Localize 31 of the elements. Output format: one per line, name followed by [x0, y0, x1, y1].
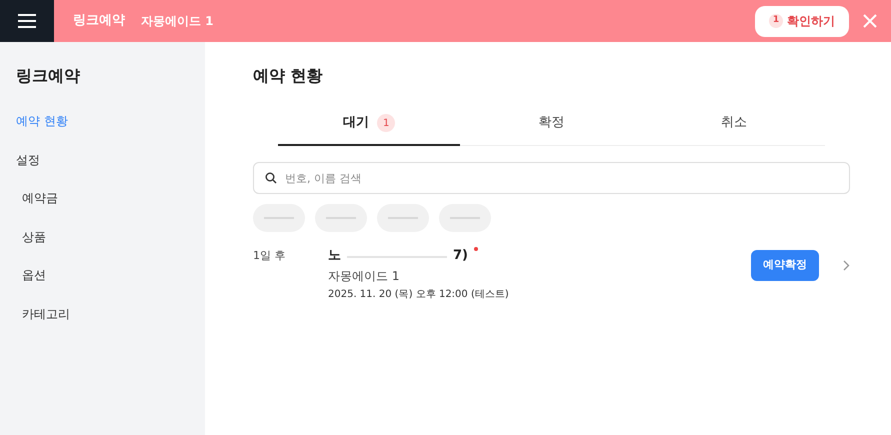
shop-name: 자몽에이드 1: [141, 13, 214, 30]
count-badge: 1: [377, 114, 396, 132]
page-title: 예약 현황: [253, 65, 324, 87]
count-badge: 1: [769, 14, 783, 28]
filter-chip[interactable]: [377, 204, 429, 232]
sidebar-title: 링크예약: [15, 65, 81, 87]
relative-time: 1일 후: [253, 248, 286, 264]
search-icon: [265, 172, 277, 184]
confirm-reservation-button[interactable]: 예약확정: [751, 250, 819, 281]
customer-name: 노: [328, 247, 341, 265]
app-title: 링크예약: [73, 12, 125, 30]
sidebar-item[interactable]: 카테고리: [0, 294, 205, 333]
filter-chip[interactable]: [439, 204, 491, 232]
tab[interactable]: 취소: [642, 102, 825, 146]
chevron-right-icon[interactable]: [843, 260, 850, 271]
sidebar-item[interactable]: 옵션: [0, 256, 205, 294]
reservation-datetime: 2025. 11. 20 (목) 오후 12:00 (테스트): [328, 288, 510, 302]
sidebar-item[interactable]: 설정: [0, 140, 205, 179]
sidebar-item[interactable]: 상품: [0, 218, 205, 256]
tab[interactable]: 확정: [460, 102, 643, 146]
menu-icon: [18, 14, 36, 28]
confirm-button[interactable]: 1 확인하기: [755, 6, 849, 36]
menu-button[interactable]: [0, 0, 54, 42]
filter-chip[interactable]: [253, 204, 305, 232]
search-field[interactable]: 번호, 이름 검색: [253, 162, 850, 194]
customer-name: 7): [453, 247, 468, 265]
tab[interactable]: 대기 1: [278, 102, 460, 146]
close-icon[interactable]: [863, 14, 877, 28]
product-name: 자몽에이드 1: [328, 268, 400, 285]
sidebar-item[interactable]: 예약금: [0, 179, 205, 218]
filter-chip[interactable]: [315, 204, 367, 232]
